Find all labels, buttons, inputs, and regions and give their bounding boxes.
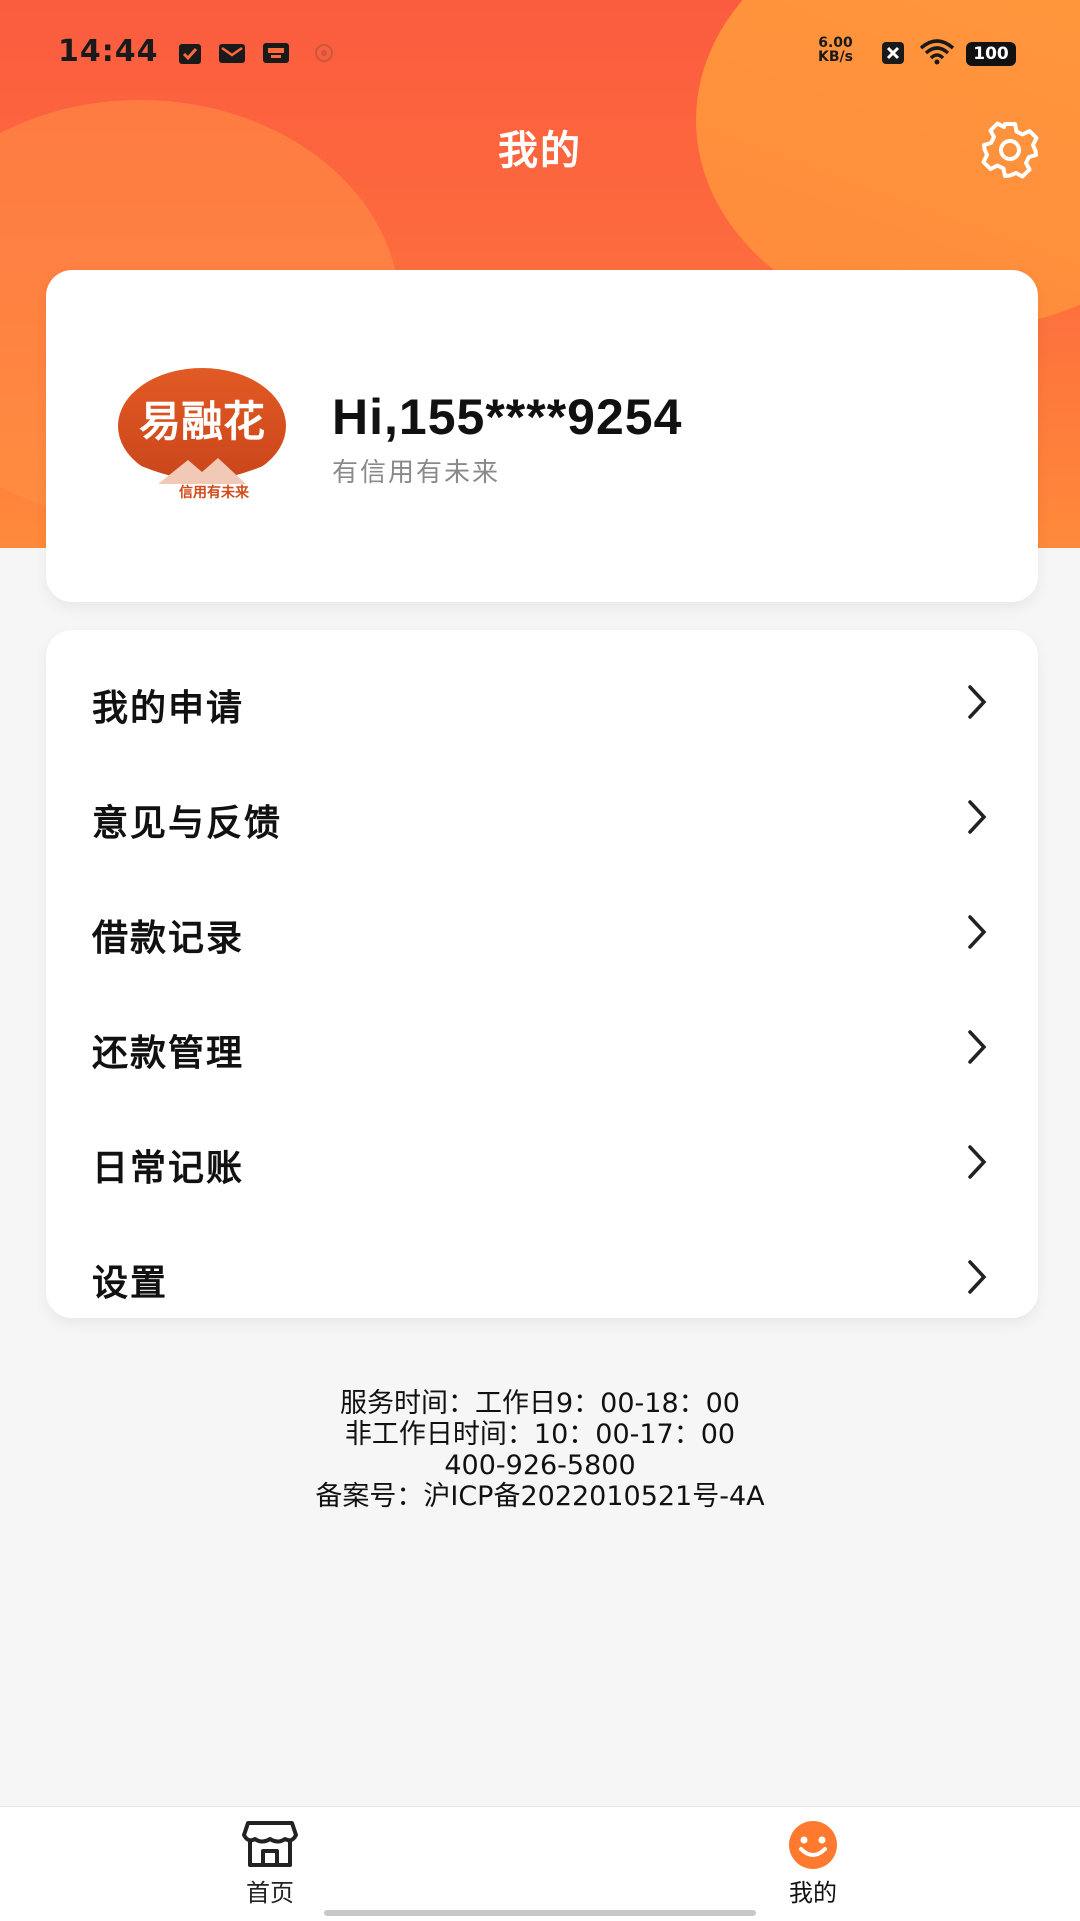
no-sim-icon — [882, 42, 904, 64]
mail-icon — [219, 44, 245, 63]
network-speed-value: 6.00 — [818, 35, 853, 51]
location-icon — [315, 44, 333, 62]
menu-item-label: 还款管理 — [92, 1033, 245, 1074]
chevron-right-icon — [968, 915, 987, 949]
service-info: 服务时间：工作日9：00-18：00 非工作日时间：10：00-17：00 40… — [0, 1388, 1080, 1512]
menu-item-label: 日常记账 — [92, 1148, 245, 1189]
menu-list: 我的申请 意见与反馈 借款记录 还款管理 日常记账 设置 — [46, 630, 1038, 1318]
menu-item-repayment-management[interactable]: 还款管理 — [46, 990, 1038, 1105]
user-slogan: 有信用有未来 — [332, 458, 501, 488]
menu-item-my-applications[interactable]: 我的申请 — [46, 645, 1038, 760]
menu-item-label: 设置 — [92, 1263, 169, 1304]
wifi-icon — [919, 39, 955, 65]
tab-mine-label: 我的 — [789, 1879, 837, 1907]
chevron-right-icon — [968, 1260, 987, 1294]
menu-item-loan-records[interactable]: 借款记录 — [46, 875, 1038, 990]
avatar[interactable]: 易融花 信用有未来 — [118, 366, 286, 501]
chevron-right-icon — [968, 685, 987, 719]
tab-home-label: 首页 — [246, 1879, 294, 1907]
service-phone[interactable]: 400-926-5800 — [0, 1450, 1080, 1481]
bottom-nav: 首页 我的 — [0, 1806, 1080, 1921]
chevron-right-icon — [968, 1145, 987, 1179]
menu-item-label: 意见与反馈 — [92, 803, 283, 844]
network-speed: 6.00 KB/s — [818, 36, 853, 64]
tab-home[interactable]: 首页 — [190, 1817, 350, 1913]
home-indicator[interactable] — [324, 1910, 756, 1916]
menu-item-label: 我的申请 — [92, 688, 245, 729]
chevron-right-icon — [968, 800, 987, 834]
icp-record: 备案号：沪ICP备2022010521号-4A — [315, 1481, 765, 1512]
status-time: 14:44 — [58, 34, 159, 69]
battery-indicator: 100 — [966, 42, 1016, 66]
clipboard-check-icon — [179, 44, 201, 64]
settings-button[interactable] — [978, 118, 1042, 182]
smiley-icon — [789, 1821, 837, 1869]
service-hours: 服务时间：工作日9：00-18：00 — [340, 1388, 740, 1419]
logo-tagline: 信用有未来 — [179, 484, 250, 500]
brand-logo: 易融花 信用有未来 — [118, 368, 286, 501]
status-bar: 14:44 6.00 KB/s 100 — [0, 0, 1080, 104]
non-work-hours: 非工作日时间：10：00-17：00 — [344, 1419, 736, 1450]
profile-card: 易融花 信用有未来 Hi,155****9254 有信用有未来 — [46, 270, 1038, 602]
menu-item-feedback[interactable]: 意见与反馈 — [46, 760, 1038, 875]
tab-mine[interactable]: 我的 — [733, 1817, 893, 1913]
menu-item-daily-bookkeeping[interactable]: 日常记账 — [46, 1105, 1038, 1220]
gear-icon — [981, 121, 1039, 179]
store-icon — [242, 1821, 298, 1867]
network-speed-unit: KB/s — [818, 49, 853, 65]
page-title: 我的 — [498, 128, 582, 174]
inbox-icon — [263, 43, 289, 63]
menu-item-label: 借款记录 — [92, 918, 245, 959]
user-greeting: Hi,155****9254 — [332, 389, 683, 445]
logo-text: 易融花 — [139, 397, 265, 446]
chevron-right-icon — [968, 1030, 987, 1064]
menu-item-settings[interactable]: 设置 — [46, 1220, 1038, 1335]
